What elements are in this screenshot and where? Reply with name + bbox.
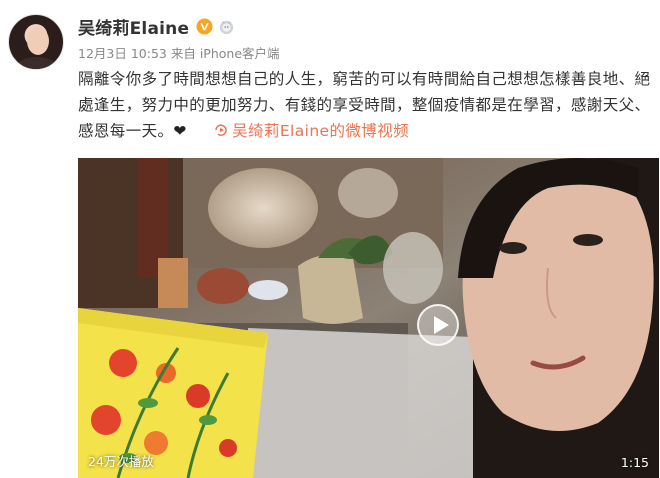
play-icon[interactable] xyxy=(417,304,459,346)
view-count: 24万次播放 xyxy=(88,454,154,469)
post-source: 来自 iPhone客户端 xyxy=(170,46,280,61)
post-body: 隔離令你多了時間想想自己的人生，窮苦的可以有時間給自己想想怎樣善良地、絕處逢生，… xyxy=(78,66,652,144)
video-link[interactable]: 吴绮莉Elaine的微博视频 xyxy=(214,122,409,140)
video-link-icon xyxy=(215,124,227,136)
verified-v-icon[interactable] xyxy=(196,17,213,35)
post-header: 吴绮莉Elaine xyxy=(78,14,235,39)
avatar-face xyxy=(27,27,49,55)
user-avatar[interactable] xyxy=(8,14,64,70)
post-date[interactable]: 12月3日 10:53 xyxy=(78,46,167,61)
video-link-label: 吴绮莉Elaine的微博视频 xyxy=(232,122,409,140)
username-link[interactable]: 吴绮莉Elaine xyxy=(78,14,189,39)
post-meta: 12月3日 10:53 来自 iPhone客户端 xyxy=(78,43,280,62)
video-duration: 1:15 xyxy=(620,455,649,470)
avatar-shoulder xyxy=(15,57,59,69)
video-player[interactable]: 24万次播放 1:15 xyxy=(78,158,659,478)
heart-icon: ❤ xyxy=(173,122,187,140)
rank-badge-icon[interactable] xyxy=(218,18,235,35)
video-thumbnail xyxy=(78,158,659,478)
